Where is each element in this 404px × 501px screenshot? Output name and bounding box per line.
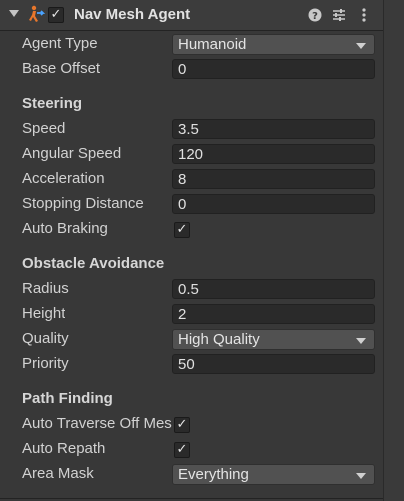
stopping-distance-label: Stopping Distance <box>22 195 144 212</box>
steering-heading: Steering <box>22 95 83 112</box>
priority-field[interactable]: 50 <box>172 354 375 374</box>
component-title: Nav Mesh Agent <box>74 6 191 23</box>
speed-label: Speed <box>22 120 66 137</box>
component-header: ✓ Nav Mesh Agent ? <box>0 0 383 31</box>
area-mask-label: Area Mask <box>22 465 94 482</box>
base-offset-label: Base Offset <box>22 60 101 77</box>
agent-type-dropdown[interactable]: Humanoid <box>172 34 375 55</box>
speed-field[interactable]: 3.5 <box>172 119 375 139</box>
foldout-arrow-icon[interactable] <box>9 10 19 17</box>
presets-icon[interactable] <box>331 6 347 24</box>
auto-repath-checkbox[interactable]: ✓ <box>174 442 190 458</box>
height-label: Height <box>22 305 66 322</box>
quality-label: Quality <box>22 330 69 347</box>
agent-type-label: Agent Type <box>22 35 98 52</box>
help-icon[interactable]: ? <box>307 6 323 24</box>
radius-field[interactable]: 0.5 <box>172 279 375 299</box>
angular-speed-label: Angular Speed <box>22 145 122 162</box>
svg-text:?: ? <box>312 11 318 22</box>
area-mask-value: Everything <box>178 466 249 483</box>
auto-repath-label: Auto Repath <box>22 440 106 457</box>
path-finding-heading: Path Finding <box>22 390 113 407</box>
menu-icon[interactable] <box>356 6 372 24</box>
quality-dropdown[interactable]: High Quality <box>172 329 375 350</box>
acceleration-label: Acceleration <box>22 170 105 187</box>
quality-value: High Quality <box>178 331 260 348</box>
nav-mesh-agent-icon <box>29 5 46 22</box>
acceleration-field[interactable]: 8 <box>172 169 375 189</box>
priority-label: Priority <box>22 355 69 372</box>
bottom-divider <box>0 498 383 499</box>
radius-label: Radius <box>22 280 69 297</box>
height-field[interactable]: 2 <box>172 304 375 324</box>
chevron-down-icon <box>356 473 366 479</box>
agent-type-value: Humanoid <box>178 36 247 53</box>
auto-traverse-label: Auto Traverse Off Mesh Link <box>22 415 172 432</box>
base-offset-field[interactable]: 0 <box>172 59 375 79</box>
auto-braking-label: Auto Braking <box>22 220 108 237</box>
component-enabled-checkbox[interactable]: ✓ <box>48 7 64 23</box>
auto-traverse-checkbox[interactable]: ✓ <box>174 417 190 433</box>
area-mask-dropdown[interactable]: Everything <box>172 464 375 485</box>
angular-speed-field[interactable]: 120 <box>172 144 375 164</box>
auto-braking-checkbox[interactable]: ✓ <box>174 222 190 238</box>
scrollbar-track[interactable] <box>383 0 404 501</box>
chevron-down-icon <box>356 43 366 49</box>
obstacle-avoidance-heading: Obstacle Avoidance <box>22 255 165 272</box>
stopping-distance-field[interactable]: 0 <box>172 194 375 214</box>
chevron-down-icon <box>356 338 366 344</box>
